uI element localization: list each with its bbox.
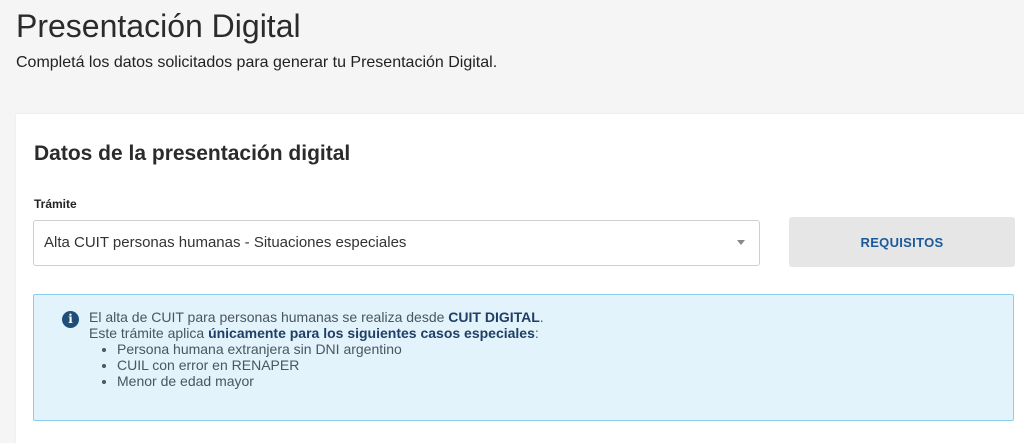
chevron-down-icon — [737, 240, 745, 245]
info-icon: i — [62, 311, 79, 328]
list-item: Persona humana extranjera sin DNI argent… — [117, 341, 544, 357]
cuit-digital-link[interactable]: CUIT DIGITAL — [448, 309, 540, 325]
list-item: Menor de edad mayor — [117, 373, 544, 389]
info-alert: i El alta de CUIT para personas humanas … — [33, 294, 1014, 421]
page-title: Presentación Digital — [16, 8, 301, 44]
presentation-card: Datos de la presentación digital Trámite… — [16, 114, 1024, 443]
tramite-select-value: Alta CUIT personas humanas - Situaciones… — [44, 234, 407, 251]
info-line-2: Este trámite aplica únicamente para los … — [89, 325, 539, 341]
info-line-1: El alta de CUIT para personas humanas se… — [89, 309, 544, 325]
tramite-label: Trámite — [34, 197, 77, 211]
card-title: Datos de la presentación digital — [34, 142, 351, 165]
info-text: El alta de CUIT para personas humanas se… — [89, 309, 544, 389]
list-item: CUIL con error en RENAPER — [117, 357, 544, 373]
page-header: Presentación Digital Completá los datos … — [16, 0, 1016, 74]
requisitos-button[interactable]: REQUISITOS — [789, 217, 1015, 267]
special-cases-list: Persona humana extranjera sin DNI argent… — [89, 341, 544, 389]
page-subtitle: Completá los datos solicitados para gene… — [16, 54, 498, 71]
tramite-select[interactable]: Alta CUIT personas humanas - Situaciones… — [33, 220, 760, 266]
